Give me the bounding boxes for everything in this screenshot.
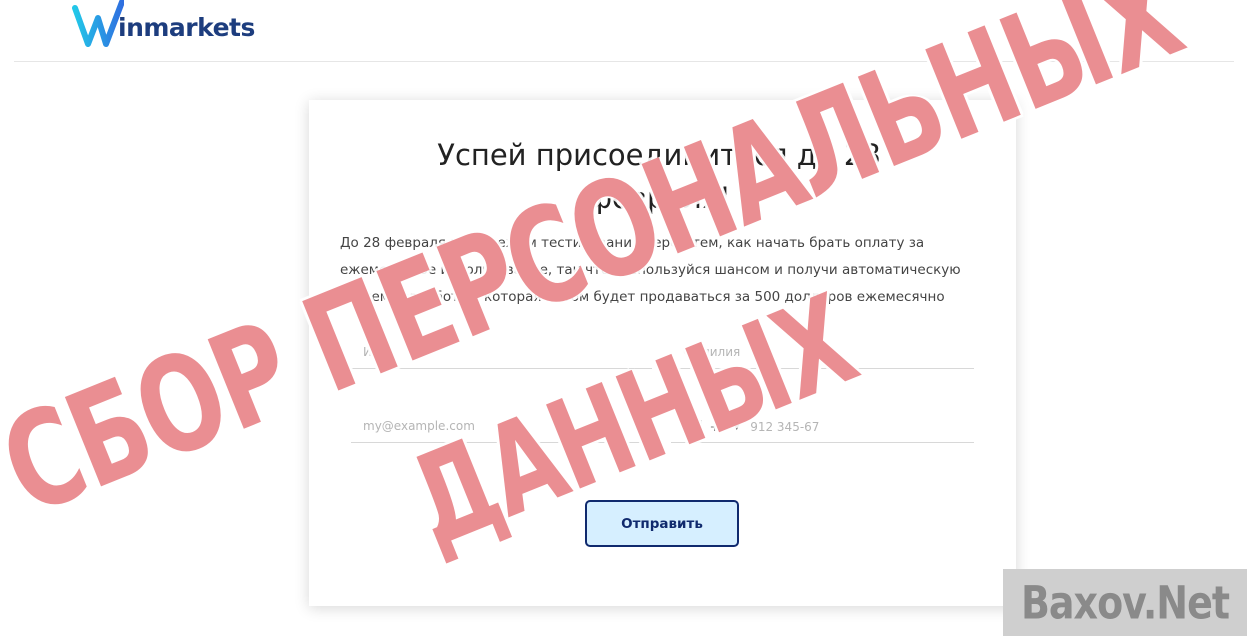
phone-field: +7 ▼ <box>671 412 974 443</box>
email-input[interactable] <box>351 412 652 440</box>
first-name-field <box>351 338 652 369</box>
phone-country-code[interactable]: +7 <box>710 420 728 434</box>
logo-text: inmarkets <box>118 13 255 42</box>
logo-w-icon <box>72 0 124 47</box>
site-watermark-text: Baxov.Net <box>1020 576 1230 629</box>
offer-description: До 28 февраля идёт режим тестирования пе… <box>340 235 961 305</box>
russia-flag-icon[interactable] <box>683 419 702 435</box>
last-name-input[interactable] <box>671 338 974 366</box>
site-watermark: Baxov.Net <box>1003 569 1247 636</box>
site-logo[interactable]: inmarkets <box>72 0 255 52</box>
site-header: inmarkets <box>0 0 1247 62</box>
page-title: Успей присоединиться до 28 февраля! <box>437 138 881 215</box>
last-name-field <box>671 338 974 369</box>
chevron-down-icon[interactable]: ▼ <box>733 422 740 432</box>
signup-card: Успей присоединиться до 28 февраля! До 2… <box>309 100 1016 606</box>
header-divider <box>14 61 1234 62</box>
email-field <box>351 412 652 443</box>
first-name-input[interactable] <box>351 338 652 366</box>
phone-input[interactable] <box>740 413 974 441</box>
submit-button[interactable]: Отправить <box>585 500 739 547</box>
